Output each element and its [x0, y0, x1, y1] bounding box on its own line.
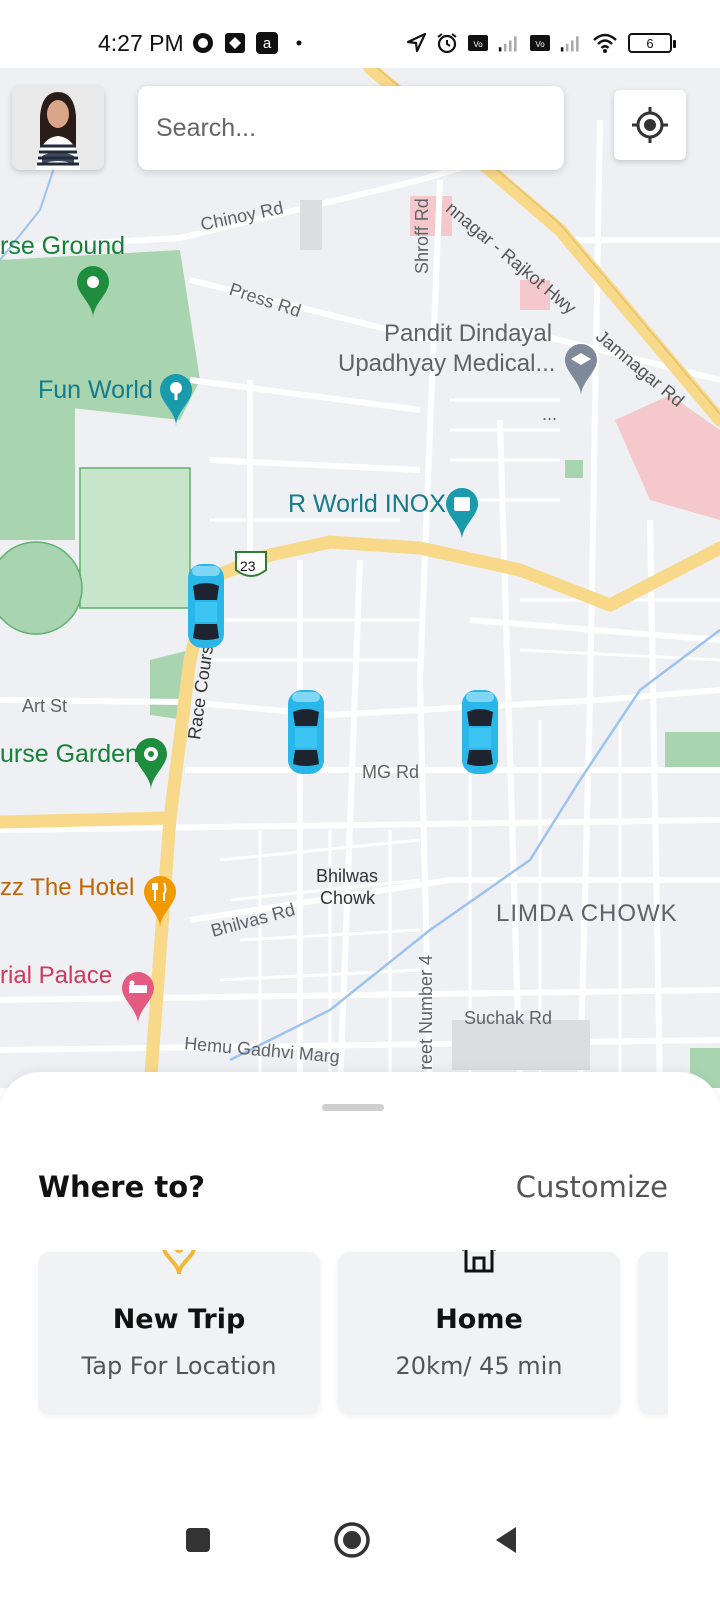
crosshair-icon — [632, 107, 668, 143]
map-label: Pandit Dindayal — [384, 320, 553, 347]
avatar[interactable] — [12, 86, 104, 170]
recents-button[interactable] — [168, 1510, 228, 1570]
card-title: Home — [435, 1304, 523, 1335]
svg-text:Vo: Vo — [535, 40, 545, 49]
map-label: reet Number 4 — [416, 954, 436, 1070]
location-pin-icon — [159, 1250, 199, 1276]
map-label: Upadhyay Medical... — [338, 350, 556, 377]
map-label: Chowk — [320, 888, 376, 908]
park-pin-icon[interactable] — [75, 264, 111, 318]
more-card[interactable] — [638, 1252, 668, 1414]
status-left-icons: a — [192, 32, 310, 54]
map-label: urse Garden — [0, 740, 139, 768]
customize-button[interactable]: Customize — [516, 1170, 668, 1204]
hotel-pin-icon[interactable] — [120, 970, 156, 1024]
map-label: Fun World — [38, 376, 153, 404]
map-label: Bhilwas — [316, 866, 379, 886]
svg-text:a: a — [263, 35, 272, 52]
school-pin-icon[interactable] — [563, 342, 599, 396]
amazon-icon: a — [256, 32, 278, 54]
system-nav-bar — [0, 1480, 720, 1600]
car-icon[interactable] — [186, 562, 226, 650]
wifi-icon — [593, 33, 617, 53]
card-subtitle: 20km/ 45 min — [395, 1352, 563, 1380]
volte-icon: Vo — [468, 35, 488, 51]
profile-photo-icon — [12, 86, 104, 170]
sync-icon — [225, 33, 245, 53]
card-subtitle: Tap For Location — [81, 1352, 277, 1380]
search-bar[interactable] — [138, 86, 564, 170]
car-icon[interactable] — [460, 688, 500, 776]
map-label: ... — [542, 404, 558, 424]
battery-icon: 6 — [628, 33, 676, 53]
svg-text:Vo: Vo — [473, 40, 483, 49]
home-card[interactable]: Home 20km/ 45 min — [338, 1250, 620, 1414]
restaurant-pin-icon[interactable] — [142, 874, 178, 928]
new-trip-card[interactable]: New Trip Tap For Location — [38, 1250, 320, 1414]
search-input[interactable] — [156, 108, 546, 148]
location-arrow-icon — [406, 32, 427, 53]
status-right-icons: Vo Vo 6 — [405, 32, 676, 54]
back-button[interactable] — [476, 1510, 536, 1570]
home-nav-button[interactable] — [322, 1510, 382, 1570]
status-bar: 4:27 PM a Vo Vo 6 — [0, 0, 720, 68]
back-triangle-icon — [496, 1527, 516, 1553]
my-location-button[interactable] — [614, 90, 686, 160]
dot-icon — [296, 40, 302, 46]
map-label: R World INOX — [288, 490, 446, 518]
sheet-drag-handle[interactable] — [322, 1104, 384, 1111]
map-label: zz The Hotel — [0, 874, 135, 901]
camera-o-icon — [193, 33, 213, 53]
battery-level: 6 — [646, 35, 654, 51]
map-label: Shroff Rd — [412, 198, 432, 274]
alarm-icon — [437, 33, 457, 54]
map-label: Suchak Rd — [464, 1008, 553, 1028]
park-poi-icon[interactable] — [158, 372, 194, 426]
volte-icon: Vo — [530, 35, 550, 51]
car-icon[interactable] — [286, 688, 326, 776]
map-label: rse Ground — [0, 232, 126, 260]
signal-icon — [498, 36, 517, 52]
destination-cards[interactable]: New Trip Tap For Location Home 20km/ 45 … — [38, 1250, 668, 1420]
map-label: MG Rd — [362, 762, 420, 782]
status-time: 4:27 PM — [98, 30, 184, 56]
home-icon — [459, 1250, 499, 1276]
where-to-title: Where to? — [38, 1170, 205, 1204]
map-label: 23 — [240, 558, 256, 574]
map-canvas — [0, 68, 720, 1088]
cinema-pin-icon[interactable] — [444, 486, 480, 540]
card-title: New Trip — [112, 1304, 246, 1335]
signal-icon — [560, 36, 579, 52]
circle-icon — [334, 1522, 370, 1558]
map-label: Art St — [22, 696, 68, 716]
map-view[interactable]: rse Ground Chinoy Rd Press Rd Shroff Rd … — [0, 68, 720, 1088]
square-icon — [186, 1528, 210, 1552]
map-label: rial Palace — [0, 962, 113, 989]
garden-pin-icon[interactable] — [133, 736, 169, 790]
map-label: LIMDA CHOWK — [496, 900, 678, 927]
